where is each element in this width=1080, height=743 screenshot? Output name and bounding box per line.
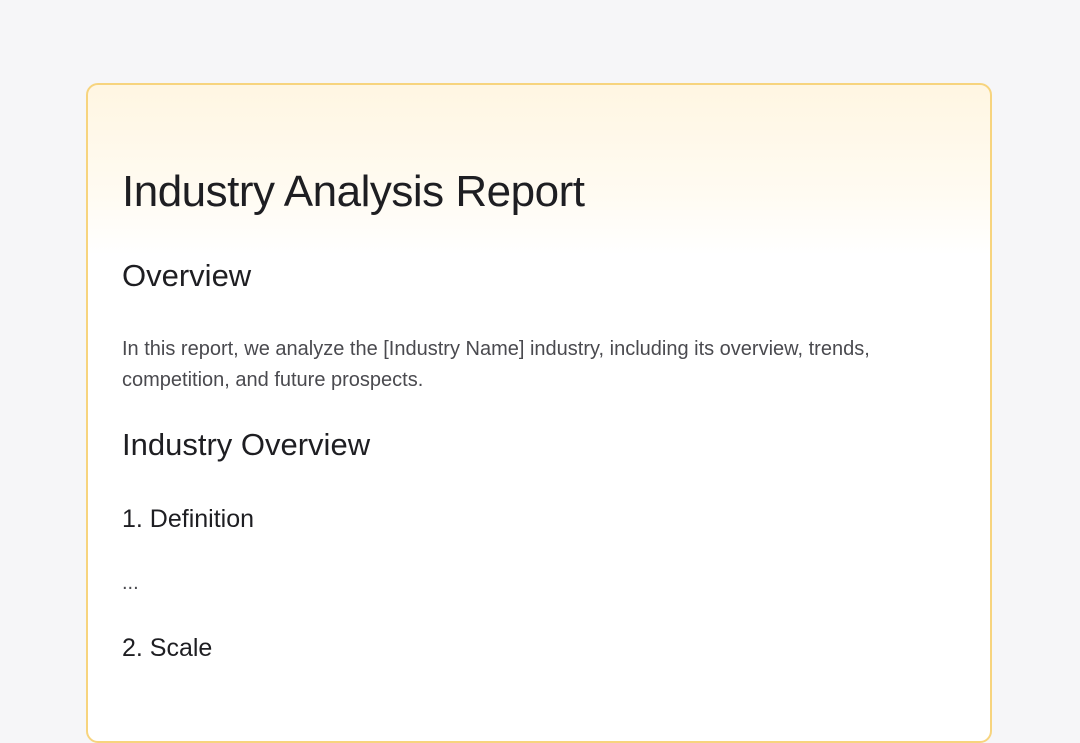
overview-paragraph: In this report, we analyze the [Industry…: [122, 338, 870, 391]
definition-body: ...: [122, 572, 139, 594]
page-title: Industry Analysis Report: [122, 167, 585, 216]
definition-heading: 1. Definition: [122, 505, 255, 533]
industry-overview-heading: Industry Overview: [122, 427, 371, 462]
scale-heading: 2. Scale: [122, 634, 213, 662]
overview-heading: Overview: [122, 258, 252, 293]
report-card: Industry Analysis Report Overview In thi…: [86, 83, 992, 743]
